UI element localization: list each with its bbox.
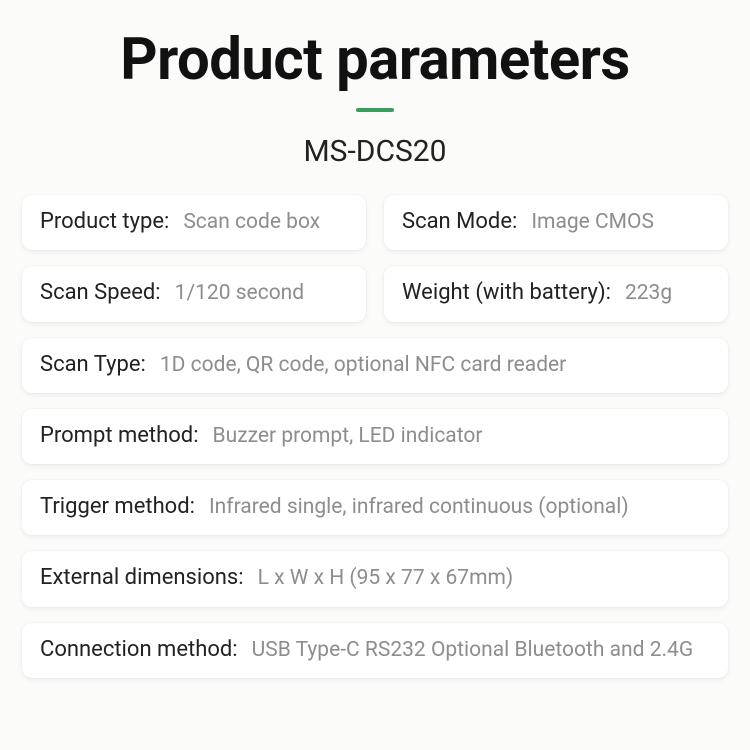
spec-label: Scan Mode: bbox=[402, 209, 517, 234]
spec-value: Infrared single, infrared continuous (op… bbox=[209, 494, 629, 521]
spec-label: Weight (with battery): bbox=[402, 280, 611, 305]
title-accent-underline bbox=[356, 108, 394, 112]
spec-row: Trigger method: Infrared single, infrare… bbox=[22, 480, 728, 535]
spec-label: Connection method: bbox=[40, 637, 238, 662]
spec-value: 1/120 second bbox=[175, 280, 304, 307]
spec-label: Product type: bbox=[40, 209, 169, 234]
spec-row: Prompt method: Buzzer prompt, LED indica… bbox=[22, 409, 728, 464]
spec-value: Image CMOS bbox=[531, 209, 654, 236]
spec-label: Prompt method: bbox=[40, 423, 199, 448]
spec-row: Connection method: USB Type-C RS232 Opti… bbox=[22, 623, 728, 678]
spec-connection-method: Connection method: USB Type-C RS232 Opti… bbox=[22, 623, 728, 678]
spec-value: Buzzer prompt, LED indicator bbox=[213, 423, 483, 450]
spec-value: 1D code, QR code, optional NFC card read… bbox=[160, 352, 566, 379]
spec-label: Trigger method: bbox=[40, 494, 195, 519]
spec-row: Scan Type: 1D code, QR code, optional NF… bbox=[22, 338, 728, 393]
spec-row: Product type: Scan code box Scan Mode: I… bbox=[22, 195, 728, 250]
spec-row: External dimensions: L x W x H (95 x 77 … bbox=[22, 551, 728, 606]
page-title: Product parameters bbox=[22, 26, 728, 94]
spec-weight: Weight (with battery): 223g bbox=[384, 266, 728, 321]
spec-prompt-method: Prompt method: Buzzer prompt, LED indica… bbox=[22, 409, 728, 464]
spec-scan-mode: Scan Mode: Image CMOS bbox=[384, 195, 728, 250]
spec-list: Product type: Scan code box Scan Mode: I… bbox=[22, 195, 728, 678]
spec-scan-type: Scan Type: 1D code, QR code, optional NF… bbox=[22, 338, 728, 393]
spec-value: USB Type-C RS232 Optional Bluetooth and … bbox=[252, 637, 694, 664]
spec-external-dimensions: External dimensions: L x W x H (95 x 77 … bbox=[22, 551, 728, 606]
spec-label: Scan Type: bbox=[40, 352, 146, 377]
spec-label: Scan Speed: bbox=[40, 280, 161, 305]
spec-value: 223g bbox=[625, 280, 672, 307]
spec-value: L x W x H (95 x 77 x 67mm) bbox=[258, 565, 514, 592]
model-number: MS-DCS20 bbox=[22, 134, 728, 169]
spec-value: Scan code box bbox=[183, 209, 320, 236]
spec-product-type: Product type: Scan code box bbox=[22, 195, 366, 250]
spec-trigger-method: Trigger method: Infrared single, infrare… bbox=[22, 480, 728, 535]
spec-label: External dimensions: bbox=[40, 565, 244, 590]
spec-row: Scan Speed: 1/120 second Weight (with ba… bbox=[22, 266, 728, 321]
spec-scan-speed: Scan Speed: 1/120 second bbox=[22, 266, 366, 321]
